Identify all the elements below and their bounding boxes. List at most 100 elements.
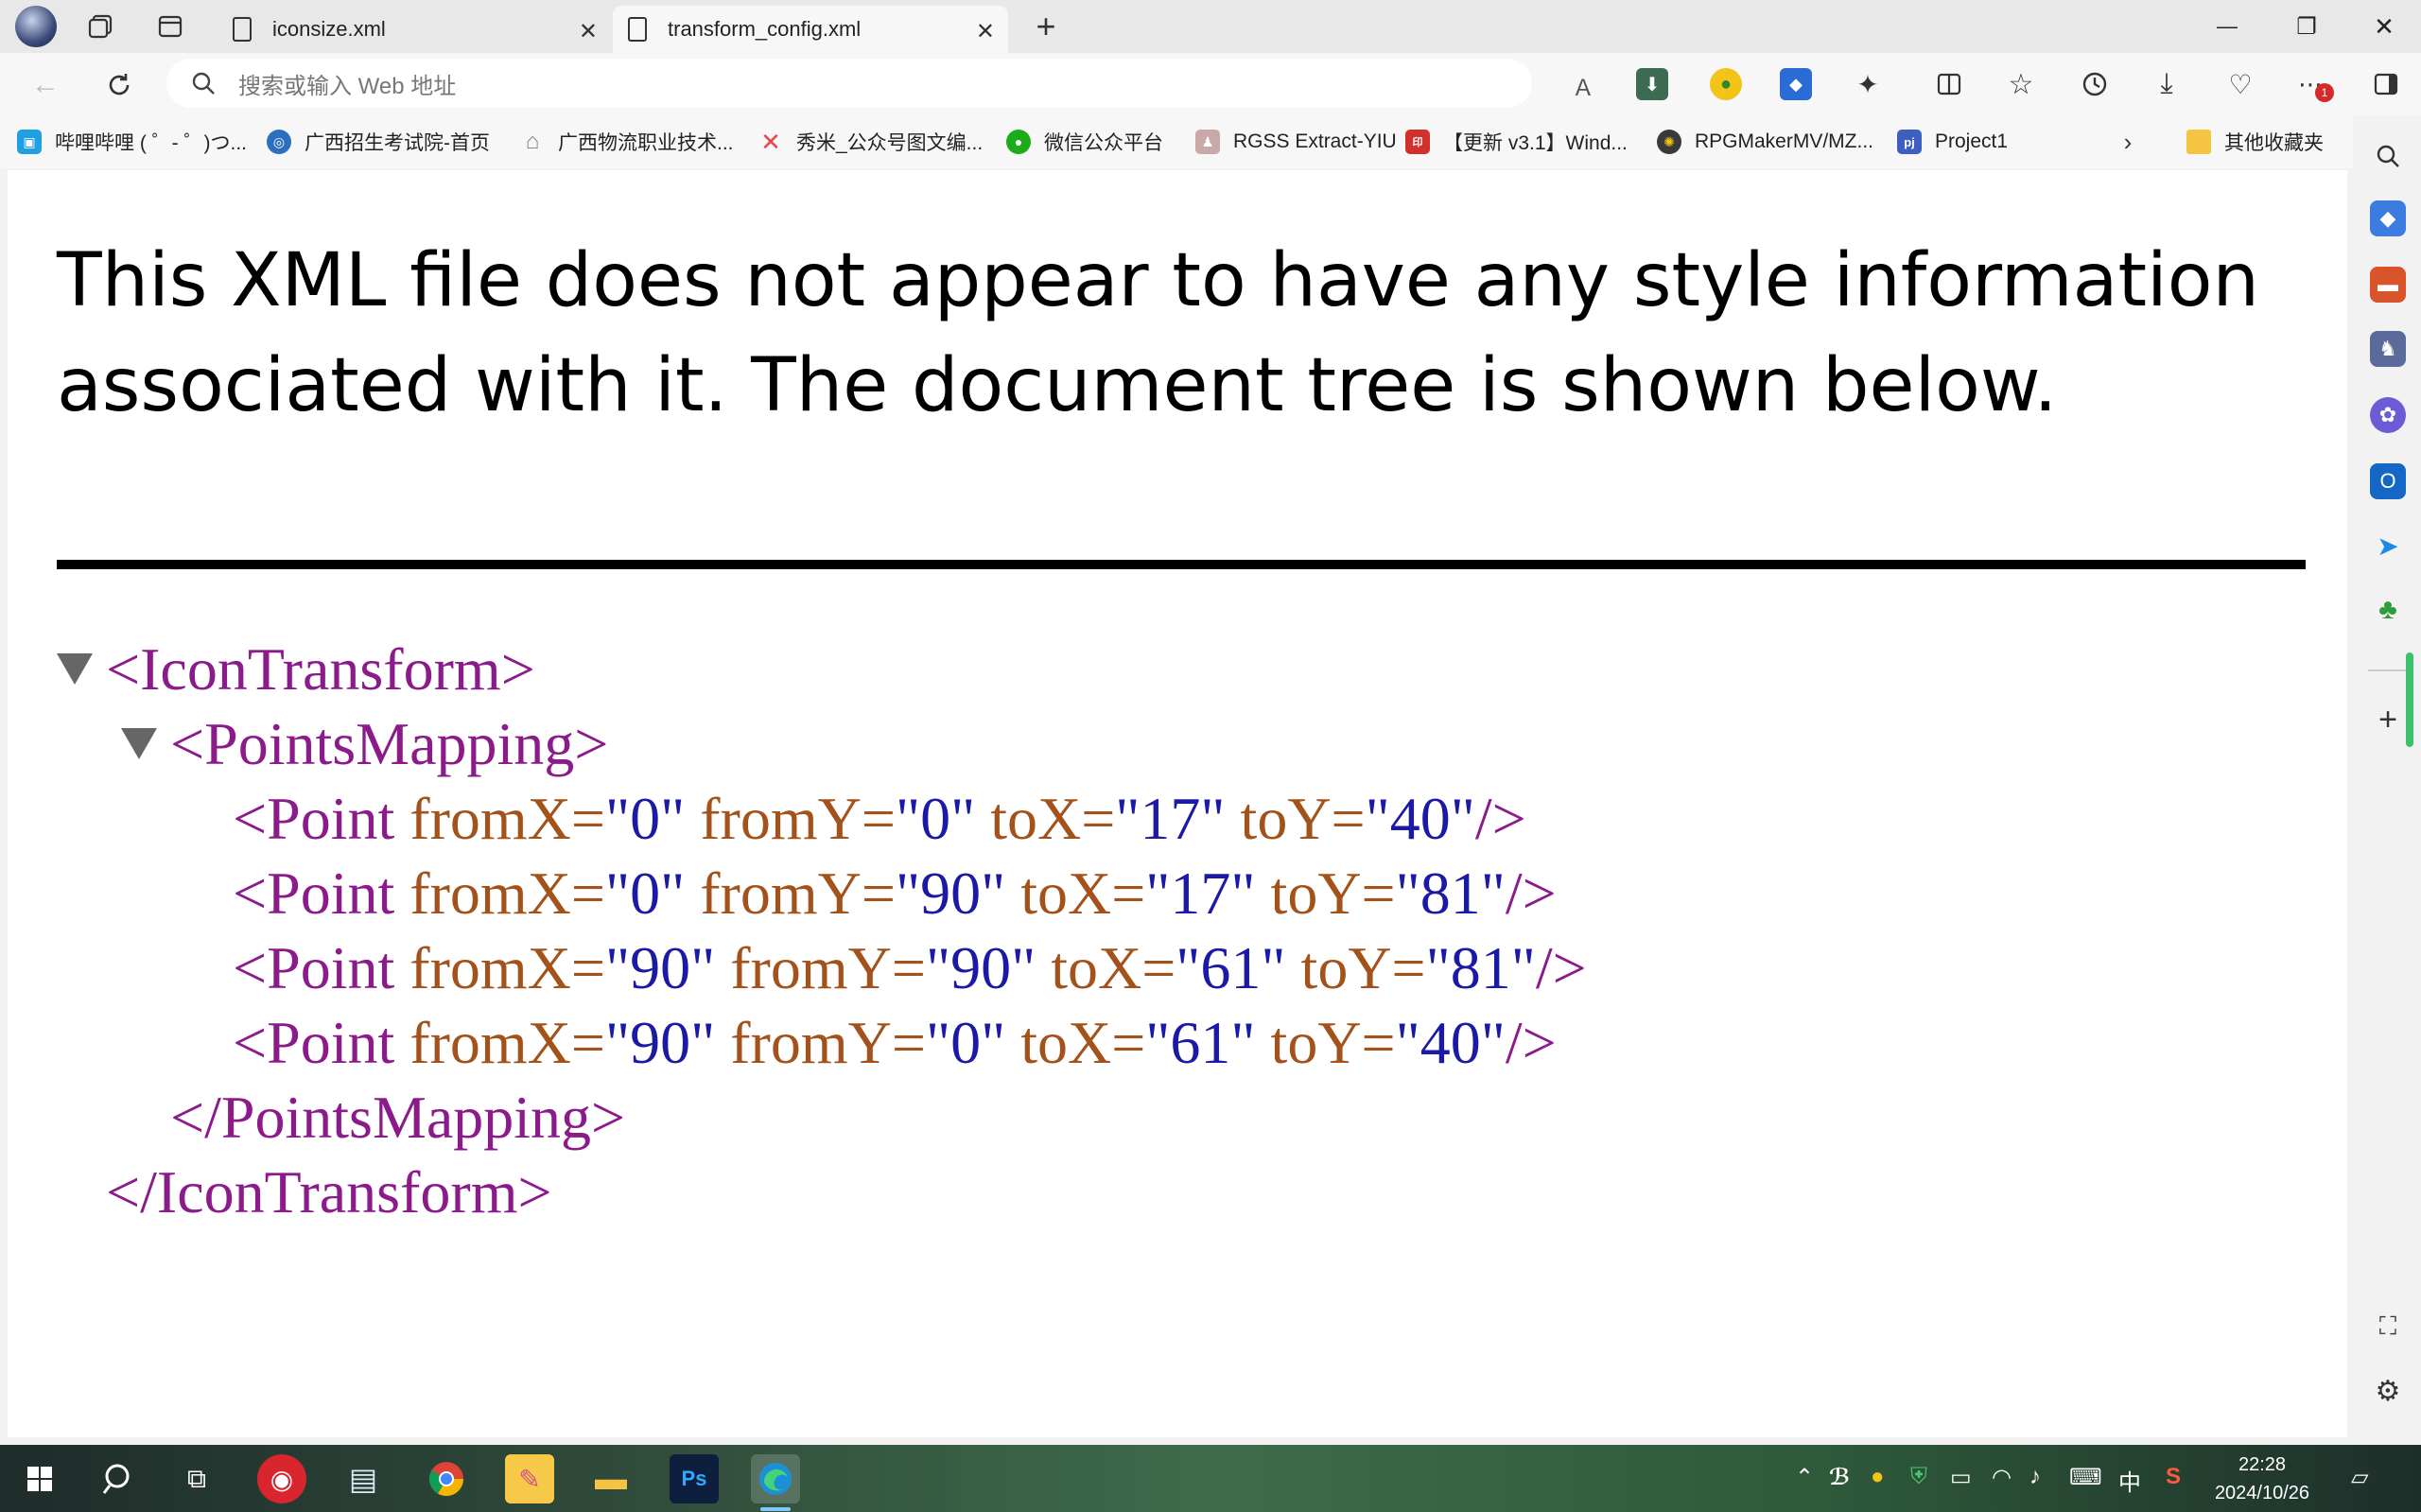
downloads-icon[interactable]: ⤓ (2151, 68, 2183, 100)
clock-date: 2024/10/26 (2214, 1483, 2310, 1503)
favorites-bar: ▣ 哔哩哔哩 ( ゜- ゜)つ... ◎ 广西招生考试院-首页 ⌂ 广西物流职业… (0, 115, 2421, 168)
close-window-button[interactable]: ✕ (2360, 8, 2408, 45)
document-icon (628, 17, 647, 42)
other-favorites-folder[interactable]: 其他收藏夹 (2186, 127, 2324, 157)
page-content: This XML file does not appear to have an… (8, 170, 2347, 1437)
address-bar[interactable]: 搜索或输入 Web 地址 (166, 59, 1532, 108)
extension-green-icon[interactable]: ● (1710, 68, 1742, 100)
rpgmaker-icon: ✺ (1657, 130, 1681, 154)
ime-indicator[interactable]: 中 (2118, 1464, 2141, 1497)
file-manager-icon[interactable]: ▤ (339, 1454, 388, 1503)
favorite-item[interactable]: ◎ 广西招生考试院-首页 (267, 127, 490, 157)
tray-overflow-chevron-icon[interactable]: ⌃ (1795, 1464, 1814, 1491)
document-icon (233, 17, 252, 42)
tab-iconsize[interactable]: iconsize.xml ✕ (218, 6, 611, 53)
xml-line-root-close: </IconTransform> (106, 1158, 552, 1225)
close-tab-icon[interactable]: ✕ (976, 18, 995, 45)
screenshot-icon[interactable]: ⛶ (2370, 1309, 2406, 1345)
favorite-item[interactable]: pj Project1 (1897, 127, 2008, 157)
address-input[interactable]: 搜索或输入 Web 地址 (238, 67, 456, 100)
folder-icon (2186, 130, 2211, 154)
history-icon[interactable] (2079, 68, 2111, 100)
back-button[interactable]: ← (26, 66, 64, 104)
sidebar-settings-icon[interactable]: ⚙ (2370, 1373, 2406, 1409)
sogou-ime-icon[interactable]: S (2166, 1464, 2181, 1490)
favorites-overflow-chevron-icon[interactable]: › (2113, 127, 2143, 157)
add-icon[interactable]: + (2370, 702, 2406, 738)
rgss-icon: ♟ (1195, 130, 1220, 154)
seal-icon: 印 (1405, 130, 1430, 154)
chrome-icon[interactable] (422, 1454, 471, 1503)
favorite-item[interactable]: 印 【更新 v3.1】Wind... (1405, 127, 1628, 157)
restore-button[interactable]: ❐ (2283, 8, 2330, 45)
tab-title: transform_config.xml (668, 17, 862, 41)
task-view-icon[interactable]: ⧉ (172, 1454, 221, 1503)
refresh-button[interactable] (100, 66, 138, 104)
close-tab-icon[interactable]: ✕ (579, 18, 598, 45)
security-shield-icon[interactable]: ⛨ (1910, 1464, 1927, 1490)
xml-notice-heading: This XML file does not appear to have an… (57, 238, 2259, 428)
photoshop-icon[interactable]: Ps (670, 1454, 719, 1503)
outlook-icon[interactable]: O (2370, 463, 2406, 499)
new-tab-button[interactable]: + (1027, 7, 1065, 45)
scrollbar-thumb[interactable] (2406, 652, 2413, 747)
system-clock[interactable]: 22:28 2024/10/26 (2213, 1451, 2311, 1507)
keyboard-icon[interactable]: ⌨ (2069, 1464, 2102, 1491)
favorite-item[interactable]: ✕ 秀米_公众号图文编... (758, 127, 983, 157)
vertical-tabs-icon[interactable] (155, 11, 185, 42)
xml-point-element: <Point fromX= " 0 " fromY= " 90 " toX= " 17 " toY… (233, 860, 1557, 927)
edge-sidebar: ◆ ▬ ♞ ✿ O ➤ ♣ + ⛶ ⚙ (2353, 115, 2421, 1445)
profile-avatar[interactable] (15, 6, 57, 47)
collapse-triangle-icon[interactable] (57, 653, 93, 685)
favorites-icon[interactable]: ☆ (2005, 68, 2037, 100)
home-icon: ⌂ (525, 129, 540, 154)
extensions-icon[interactable]: ✦ (1852, 68, 1884, 100)
performance-icon[interactable]: ♡ (2224, 68, 2256, 100)
volume-icon[interactable]: ♪ (2029, 1464, 2041, 1490)
wifi-icon[interactable]: ◠ (1992, 1464, 2012, 1491)
bilibili-icon: ▣ (17, 130, 42, 154)
site-icon: ◎ (267, 130, 291, 154)
collapse-triangle-icon[interactable] (121, 728, 157, 759)
workspaces-icon[interactable] (85, 11, 115, 42)
notification-badge: 1 (2315, 83, 2334, 102)
notification-center-icon[interactable]: ▱ (2351, 1464, 2368, 1491)
copilot-icon[interactable]: ✿ (2370, 397, 2406, 433)
search-icon (191, 71, 216, 96)
split-screen-icon[interactable] (1933, 68, 1965, 100)
windows-taskbar: ⧉ ◉ ▤ ✎ ▬ Ps ⌃ ℬ ● ⛨ ▭ ◠ ♪ ⌨ 中 S 22:28 2… (0, 1445, 2421, 1512)
netease-music-icon[interactable]: ◉ (257, 1454, 306, 1503)
tray-app-icon[interactable]: ℬ (1829, 1464, 1850, 1491)
extension-blue-icon[interactable]: ◆ (1780, 68, 1812, 100)
tree-icon[interactable]: ♣ (2370, 592, 2406, 628)
tray-green-app-icon[interactable]: ● (1871, 1464, 1885, 1490)
tab-bar: iconsize.xml ✕ transform_config.xml ✕ + … (0, 0, 2421, 53)
edge-icon[interactable] (751, 1454, 800, 1503)
favorite-item[interactable]: ♟ RGSS Extract-YIU (1195, 127, 1397, 157)
search-icon[interactable] (95, 1454, 144, 1503)
active-app-indicator (760, 1507, 791, 1511)
favorite-item[interactable]: ▣ 哔哩哔哩 ( ゜- ゜)つ... (17, 127, 247, 157)
start-icon[interactable] (15, 1454, 64, 1503)
wechat-icon: ● (1006, 130, 1031, 154)
search-icon[interactable] (2370, 138, 2406, 174)
xml-line-mapping-open: <PointsMapping> (57, 706, 1587, 781)
tools-icon[interactable]: ▬ (2370, 267, 2406, 303)
file-explorer-icon[interactable]: ▬ (586, 1454, 636, 1503)
sidebar-divider (2368, 669, 2408, 671)
download-extension-icon[interactable]: ⬇ (1636, 68, 1668, 100)
tab-transform-config[interactable]: transform_config.xml ✕ (613, 6, 1008, 53)
minimize-button[interactable]: — (2203, 8, 2251, 45)
battery-icon[interactable]: ▭ (1950, 1464, 1972, 1491)
read-aloud-icon[interactable]: Ａ (1566, 68, 1600, 102)
sidebar-toggle-icon[interactable] (2370, 68, 2402, 100)
sticky-notes-icon[interactable]: ✎ (505, 1454, 554, 1503)
favorite-item[interactable]: ⌂ 广西物流职业技术... (520, 127, 734, 157)
xml-line-mapping-close: </PointsMapping> (170, 1084, 626, 1151)
send-icon[interactable]: ➤ (2370, 528, 2406, 564)
games-icon[interactable]: ♞ (2370, 331, 2406, 367)
favorite-item[interactable]: ● 微信公众平台 (1006, 127, 1163, 157)
shopping-tag-icon[interactable]: ◆ (2370, 200, 2406, 236)
favorite-item[interactable]: ✺ RPGMakerMV/MZ... (1657, 127, 1873, 157)
navigation-bar: ← 搜索或输入 Web 地址 Ａ ⬇ ● ◆ ✦ ☆ ⤓ ♡ ⋯ 1 (0, 53, 2421, 115)
